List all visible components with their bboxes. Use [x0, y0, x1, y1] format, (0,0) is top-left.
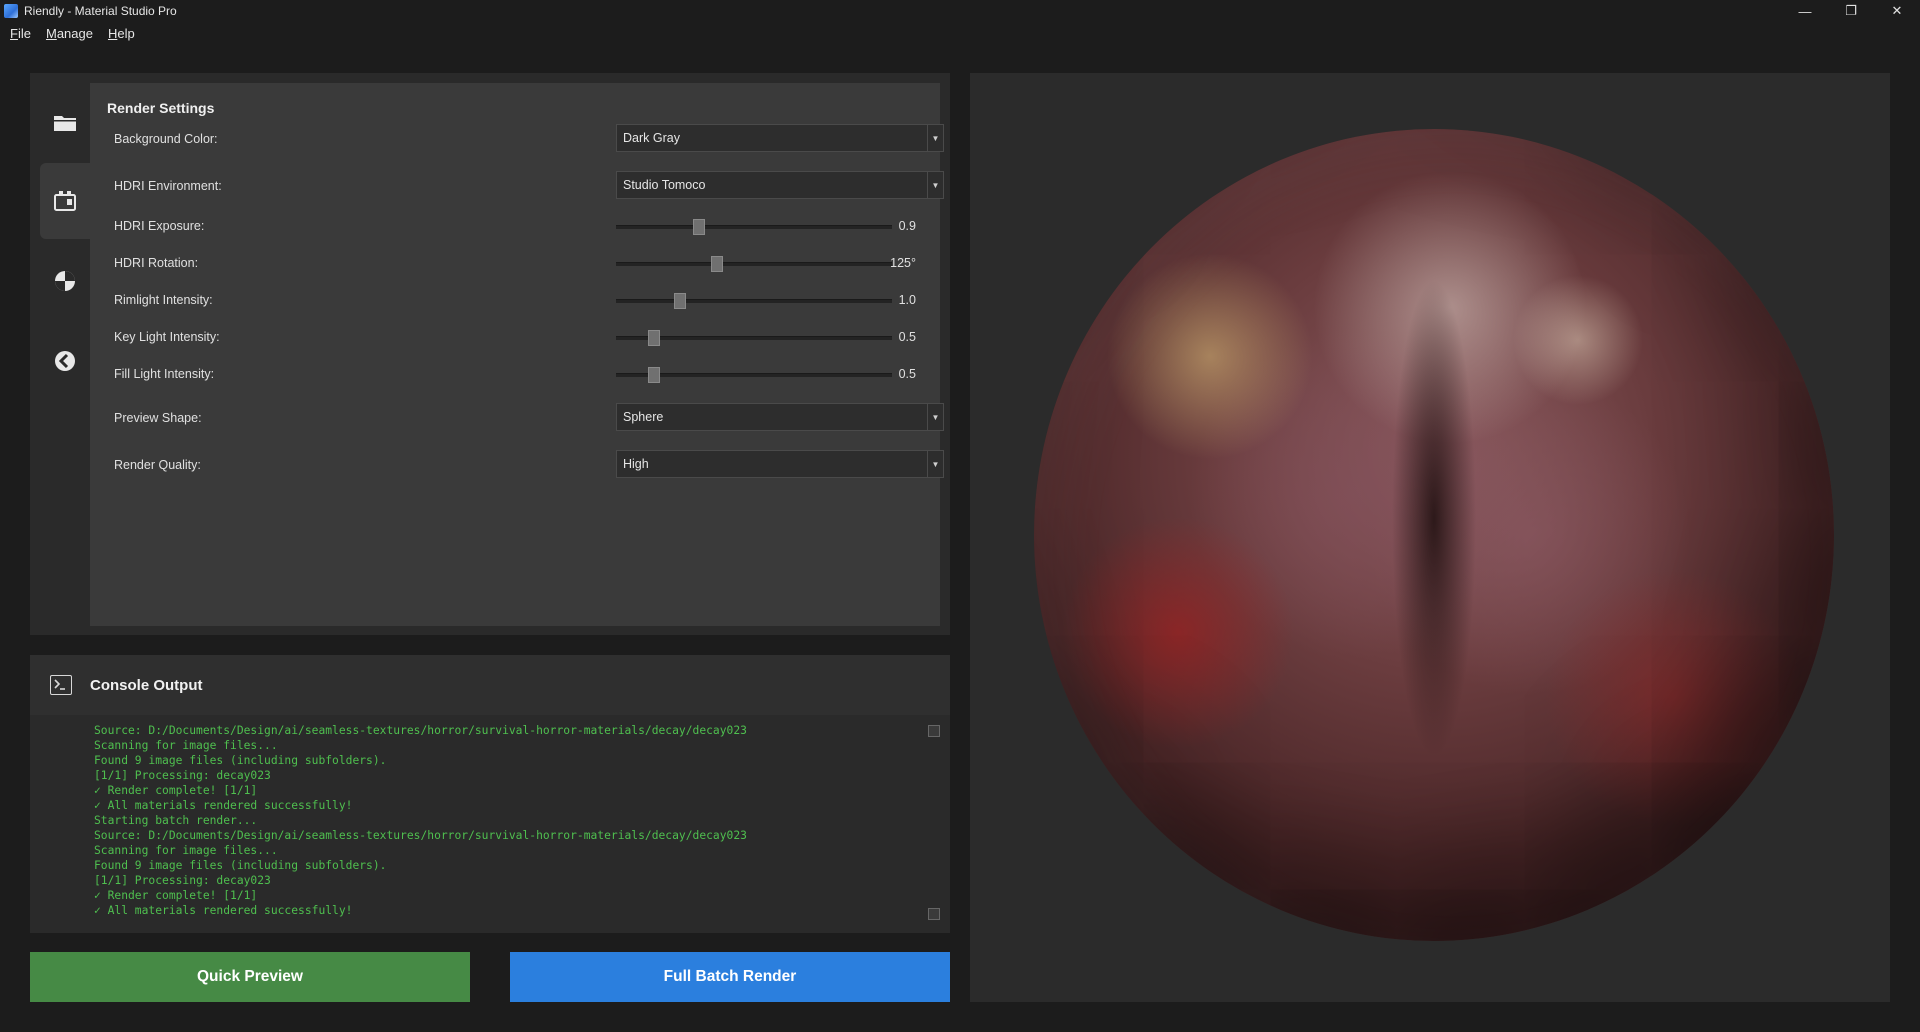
render-settings-title: Render Settings [107, 100, 215, 116]
hdri-exposure-value: 0.9 [898, 219, 916, 233]
title-bar: Riendly - Material Studio Pro — ❐ ✕ [0, 0, 1920, 22]
fill-light-intensity-slider[interactable] [616, 367, 892, 383]
console-line: [1/1] Processing: decay023 [94, 769, 271, 782]
material-preview-sphere [1034, 129, 1834, 941]
close-button[interactable]: ✕ [1874, 0, 1920, 22]
console-line: Source: D:/Documents/Design/ai/seamless-… [94, 829, 747, 842]
hdri-environment-value: Studio Tomoco [623, 178, 706, 192]
console-log: Source: D:/Documents/Design/ai/seamless-… [94, 723, 747, 918]
hdri-exposure-label: HDRI Exposure: [114, 219, 205, 233]
settings-panel: Render Settings Background Color: Dark G… [30, 73, 950, 635]
preview-shape-dropdown[interactable]: Sphere ▼ [616, 403, 944, 431]
rimlight-intensity-slider[interactable] [616, 293, 892, 309]
background-color-dropdown[interactable]: Dark Gray ▼ [616, 124, 944, 152]
hdri-rotation-slider[interactable] [616, 256, 892, 272]
sidebar-item-material[interactable] [40, 243, 90, 319]
folder-icon [54, 116, 76, 131]
full-batch-render-button[interactable]: Full Batch Render [510, 952, 950, 1002]
slider-thumb[interactable] [648, 367, 660, 383]
window-controls: — ❐ ✕ [1782, 0, 1920, 22]
sidebar-item-history[interactable] [40, 323, 90, 399]
restore-button[interactable]: ❐ [1828, 0, 1874, 22]
key-light-intensity-label: Key Light Intensity: [114, 330, 220, 344]
hdri-rotation-value: 125° [890, 256, 916, 270]
console-line: Source: D:/Documents/Design/ai/seamless-… [94, 724, 747, 737]
hdri-rotation-label: HDRI Rotation: [114, 256, 199, 270]
slider-thumb[interactable] [674, 293, 686, 309]
scroll-down-button[interactable] [928, 908, 940, 920]
console-panel: Console Output Source: D:/Documents/Desi… [30, 655, 950, 933]
chevron-down-icon: ▼ [927, 125, 943, 151]
key-light-intensity-slider[interactable] [616, 330, 892, 346]
hdri-environment-label: HDRI Environment: [114, 179, 222, 193]
preview-shape-label: Preview Shape: [114, 411, 202, 425]
material-icon [55, 271, 75, 291]
scroll-up-button[interactable] [928, 725, 940, 737]
render-quality-value: High [623, 457, 649, 471]
slider-thumb[interactable] [693, 219, 705, 235]
render-settings-icon [54, 191, 76, 211]
console-line: Scanning for image files... [94, 844, 278, 857]
sidebar-item-render-settings[interactable] [40, 163, 90, 239]
console-line: Scanning for image files... [94, 739, 278, 752]
menu-bar: File Manage Help [0, 22, 140, 44]
render-quality-dropdown[interactable]: High ▼ [616, 450, 944, 478]
fill-light-intensity-value: 0.5 [898, 367, 916, 381]
material-preview-viewport[interactable] [970, 73, 1890, 1002]
console-line: Found 9 image files (including subfolder… [94, 754, 387, 767]
render-settings-pane: Render Settings Background Color: Dark G… [90, 83, 944, 626]
menu-file[interactable]: File [5, 26, 36, 41]
console-line: ✓ Render complete! [1/1] [94, 889, 258, 902]
console-line: Starting batch render... [94, 814, 258, 827]
menu-manage[interactable]: Manage [41, 26, 98, 41]
chevron-down-icon: ▼ [927, 404, 943, 430]
slider-thumb[interactable] [648, 330, 660, 346]
sidebar [30, 73, 90, 635]
console-header: Console Output [30, 655, 950, 715]
rimlight-intensity-label: Rimlight Intensity: [114, 293, 213, 307]
console-line: Found 9 image files (including subfolder… [94, 859, 387, 872]
window-title: Riendly - Material Studio Pro [24, 4, 177, 18]
console-line: [1/1] Processing: decay023 [94, 874, 271, 887]
preview-shape-value: Sphere [623, 410, 664, 424]
sidebar-item-files[interactable] [40, 85, 90, 161]
quick-preview-button[interactable]: Quick Preview [30, 952, 470, 1002]
background-color-label: Background Color: [114, 132, 218, 146]
hdri-environment-dropdown[interactable]: Studio Tomoco ▼ [616, 171, 944, 199]
rimlight-intensity-value: 1.0 [898, 293, 916, 307]
console-line: ✓ All materials rendered successfully! [94, 799, 353, 812]
console-title: Console Output [90, 676, 203, 694]
render-quality-label: Render Quality: [114, 458, 201, 472]
console-line: ✓ Render complete! [1/1] [94, 784, 258, 797]
fill-light-intensity-label: Fill Light Intensity: [114, 367, 215, 381]
console-line: ✓ All materials rendered successfully! [94, 904, 353, 917]
terminal-icon [50, 675, 72, 695]
menu-help[interactable]: Help [103, 26, 140, 41]
background-color-value: Dark Gray [623, 131, 680, 145]
hdri-exposure-slider[interactable] [616, 219, 892, 235]
key-light-intensity-value: 0.5 [898, 330, 916, 344]
history-icon [55, 351, 75, 371]
chevron-down-icon: ▼ [927, 451, 943, 477]
app-logo-icon [4, 4, 18, 18]
minimize-button[interactable]: — [1782, 0, 1828, 22]
chevron-down-icon: ▼ [927, 172, 943, 198]
slider-thumb[interactable] [711, 256, 723, 272]
